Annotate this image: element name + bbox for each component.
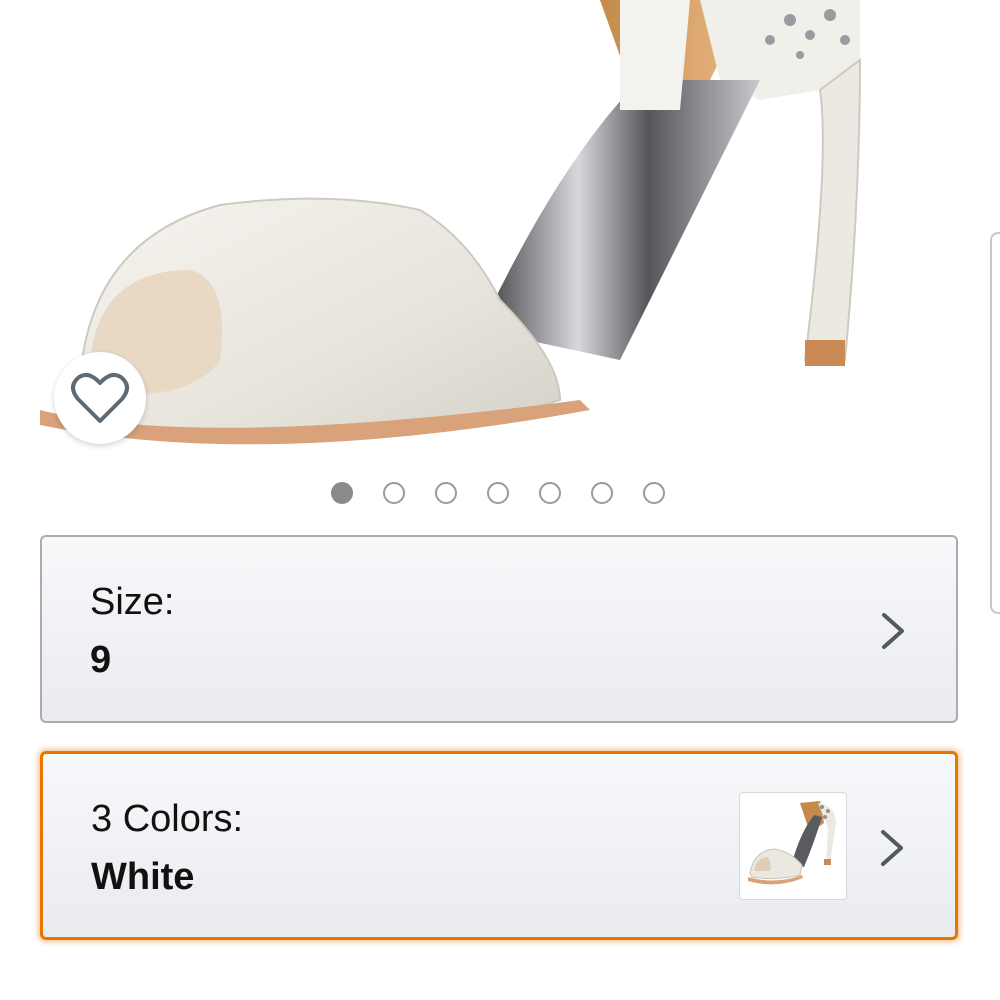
carousel-dot[interactable] (591, 482, 613, 504)
color-thumbnail[interactable] (739, 792, 847, 900)
color-selector[interactable]: 3 Colors: White (40, 751, 958, 940)
color-value: White (91, 856, 195, 898)
size-value: 9 (90, 639, 112, 681)
carousel-dot[interactable] (331, 482, 353, 504)
chevron-right-icon (881, 830, 903, 866)
color-label: 3 Colors: (91, 798, 244, 840)
carousel-dot[interactable] (383, 482, 405, 504)
carousel-dot[interactable] (487, 482, 509, 504)
product-image[interactable] (0, 0, 1000, 470)
image-carousel-dots (331, 482, 665, 504)
heart-icon (71, 372, 129, 423)
carousel-dot[interactable] (435, 482, 457, 504)
size-selector[interactable]: Size: 9 (40, 535, 958, 723)
chevron-right-icon (882, 613, 904, 649)
side-panel-edge (990, 232, 1000, 614)
wishlist-button[interactable] (54, 352, 146, 444)
sandal-image (40, 0, 862, 445)
size-label: Size: (90, 581, 175, 623)
carousel-dot[interactable] (643, 482, 665, 504)
carousel-dot[interactable] (539, 482, 561, 504)
sandal-thumbnail-image (748, 801, 836, 885)
